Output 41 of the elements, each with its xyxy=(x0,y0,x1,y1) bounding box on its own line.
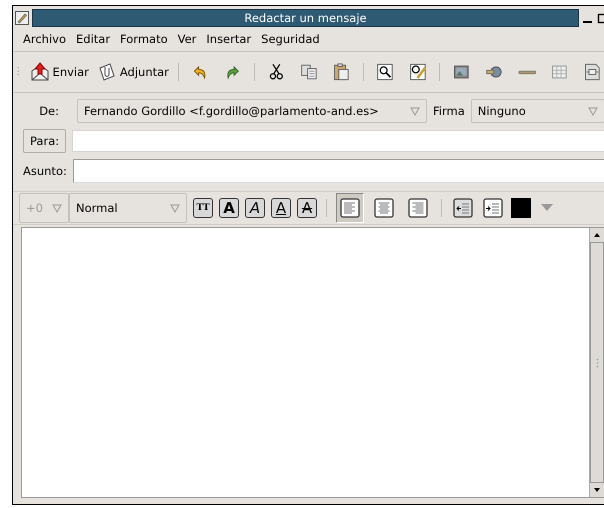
text-color-swatch[interactable] xyxy=(511,198,531,218)
menu-item[interactable]: Archivo xyxy=(23,32,66,46)
from-dropdown[interactable]: Fernando Gordillo <f.gordillo@parlamento-and.es> xyxy=(77,99,427,123)
vertical-scrollbar[interactable] xyxy=(589,228,604,497)
indent-icon[interactable] xyxy=(483,198,503,218)
search-icon[interactable] xyxy=(376,61,395,83)
signature-dropdown[interactable]: Ninguno xyxy=(470,99,604,123)
align-left-button[interactable] xyxy=(336,193,364,223)
menu-item[interactable]: Formato xyxy=(120,32,168,46)
caret-icon xyxy=(170,203,180,213)
menu-item[interactable]: Seguridad xyxy=(261,32,320,46)
menu-item[interactable]: Insertar xyxy=(206,32,252,46)
italic-button[interactable]: A xyxy=(245,198,265,218)
bold-button[interactable]: A xyxy=(219,198,239,218)
to-button[interactable]: Para: xyxy=(23,129,66,153)
menu-item[interactable]: Ver xyxy=(178,32,196,46)
signature-label: Firma xyxy=(433,104,465,118)
from-label: De: xyxy=(38,104,60,118)
attach-button[interactable]: Adjuntar xyxy=(94,59,171,85)
menu-item[interactable]: Editar xyxy=(76,32,110,46)
scroll-up-icon[interactable] xyxy=(593,231,601,239)
paperclip-icon xyxy=(96,62,117,82)
caret-icon xyxy=(410,106,420,116)
subject-field[interactable] xyxy=(72,159,604,183)
strike-button[interactable]: A xyxy=(297,198,317,218)
caret-icon xyxy=(52,203,62,213)
tt-button[interactable]: TT xyxy=(193,198,213,218)
magnifier-pencil-icon[interactable] xyxy=(408,61,428,83)
subject-label: Asunto: xyxy=(22,164,67,178)
send-button[interactable]: Enviar xyxy=(28,59,91,85)
envelope-arrow-icon xyxy=(30,62,50,82)
window-title: Redactar un mensaje xyxy=(32,9,579,27)
note-icon xyxy=(15,11,29,25)
scroll-down-icon[interactable] xyxy=(593,486,601,494)
to-field[interactable] xyxy=(72,130,604,152)
object-icon[interactable] xyxy=(583,61,602,83)
underline-button[interactable]: A xyxy=(271,198,291,218)
outdent-icon[interactable] xyxy=(453,198,473,218)
paragraph-style-dropdown[interactable]: Normal xyxy=(69,193,187,223)
paste-icon[interactable] xyxy=(332,61,352,83)
caret-icon xyxy=(588,106,598,116)
